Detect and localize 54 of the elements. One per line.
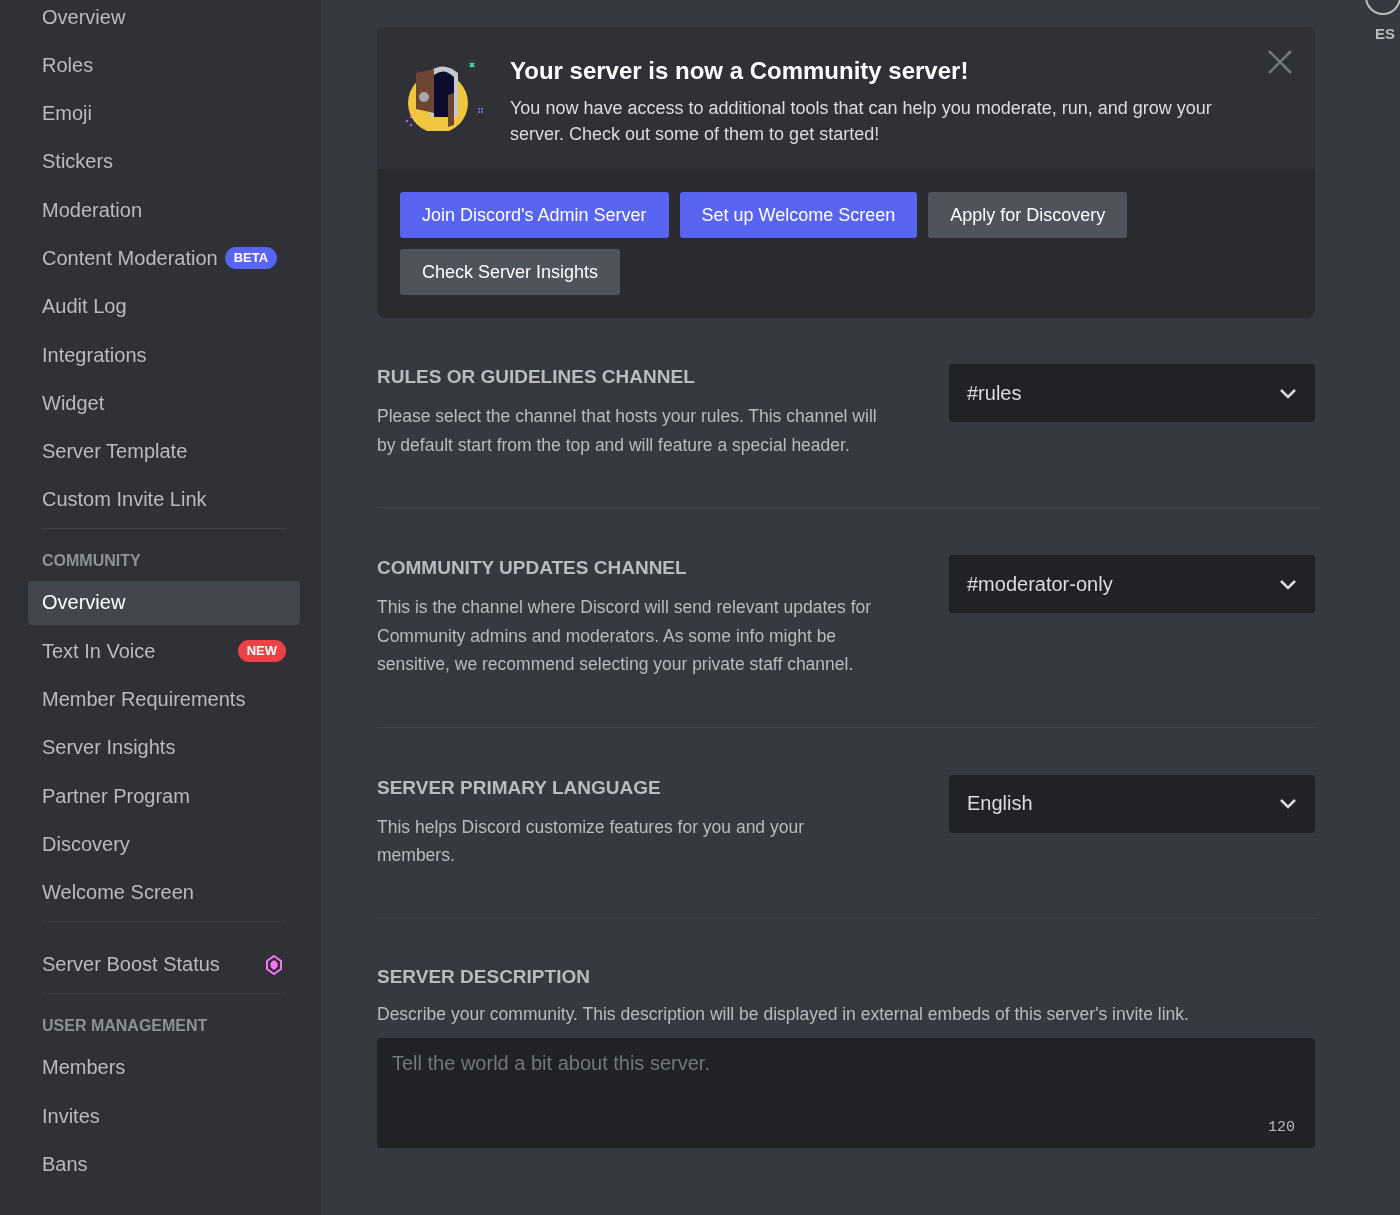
sidebar-item[interactable]: Server Insights bbox=[28, 725, 300, 770]
sidebar-item[interactable]: Content Moderation BETA bbox=[28, 236, 300, 281]
badge: NEW bbox=[237, 640, 286, 663]
setting-title: SERVER DESCRIPTION bbox=[377, 965, 591, 988]
setting-title: RULES OR GUIDELINES CHANNEL bbox=[377, 366, 696, 388]
sidebar-item[interactable]: Server Template bbox=[28, 429, 300, 474]
character-counter: 120 bbox=[1268, 1118, 1295, 1136]
chevron-down-icon bbox=[1279, 798, 1297, 809]
chevron-down-icon bbox=[1279, 387, 1297, 399]
action-button[interactable]: Set up Welcome Screen bbox=[679, 192, 918, 238]
action-button[interactable]: Check Server Insights bbox=[400, 249, 621, 295]
sidebar-item[interactable]: Widget bbox=[28, 381, 300, 426]
sidebar-item[interactable]: Overview bbox=[28, 0, 300, 39]
setting-description: Describe your community. This description will be displayed in external embeds of this server's invite link. bbox=[377, 1002, 1190, 1026]
sidebar-item[interactable]: Partner Program bbox=[28, 774, 300, 819]
sidebar-item[interactable]: Discovery bbox=[28, 822, 300, 867]
channel-dropdown[interactable]: English bbox=[949, 774, 1315, 833]
setting-description: Please select the channel that hosts your rules. This channel will by default start from the top and will feature a special header. bbox=[377, 405, 877, 457]
channel-dropdown[interactable]: #moderator-only bbox=[949, 555, 1315, 613]
sidebar-item[interactable]: Text In Voice NEW bbox=[28, 629, 300, 674]
doorway-icon bbox=[404, 59, 484, 131]
sidebar-item[interactable]: Member Requirements bbox=[28, 677, 300, 722]
sidebar-item[interactable]: Welcome Screen bbox=[28, 870, 300, 915]
banner-title: Your server is now a Community server! bbox=[510, 57, 970, 85]
item-label: Server Boost Status bbox=[42, 953, 220, 977]
esc-label: ES bbox=[1375, 25, 1395, 42]
sidebar-item[interactable]: Integrations bbox=[28, 333, 300, 378]
sidebar-item[interactable]: Overview bbox=[28, 580, 300, 625]
sidebar-item[interactable]: Emoji bbox=[28, 91, 300, 136]
setting-description: This is the channel where Discord will send relevant updates for Community admins and moderators. As some info might be sensitive, we recommend selecting your private staff channel. bbox=[377, 596, 873, 676]
item-label: Text In Voice bbox=[42, 639, 156, 663]
section-header: COMMUNITY bbox=[41, 550, 142, 571]
sidebar-item[interactable]: Moderation bbox=[28, 188, 300, 233]
channel-dropdown[interactable]: #rules bbox=[949, 364, 1315, 422]
close-button[interactable] bbox=[1267, 49, 1293, 75]
action-button[interactable]: Join Discord's Admin Server bbox=[400, 192, 669, 238]
setting-title: COMMUNITY UPDATES CHANNEL bbox=[377, 557, 688, 579]
sidebar-item[interactable]: Stickers bbox=[28, 139, 300, 184]
badge: BETA bbox=[224, 247, 278, 270]
setting-title: SERVER PRIMARY LANGUAGE bbox=[377, 776, 662, 799]
sidebar-item[interactable]: Roles bbox=[28, 43, 300, 88]
item-label: Content Moderation bbox=[42, 247, 218, 270]
sidebar-item[interactable]: Members bbox=[28, 1045, 300, 1090]
setting-description: This helps Discord customize features for you and your members. bbox=[377, 815, 805, 867]
banner-text: You now have access to additional tools that can help you moderate, run, and grow your server. Check out some of them to get started! bbox=[510, 97, 1213, 146]
action-button[interactable]: Apply for Discovery bbox=[928, 192, 1128, 238]
section-header: USER MANAGEMENT bbox=[41, 1015, 209, 1036]
sidebar-item[interactable]: Invites bbox=[28, 1094, 300, 1139]
chevron-down-icon bbox=[1279, 578, 1297, 590]
sidebar-item[interactable]: Audit Log bbox=[28, 284, 300, 329]
sidebar-item[interactable]: Server Boost Status bbox=[28, 942, 300, 987]
sidebar-item[interactable]: Custom Invite Link bbox=[28, 477, 300, 522]
sidebar-item[interactable]: Bans bbox=[28, 1142, 300, 1187]
boost-gem-icon bbox=[266, 954, 282, 975]
